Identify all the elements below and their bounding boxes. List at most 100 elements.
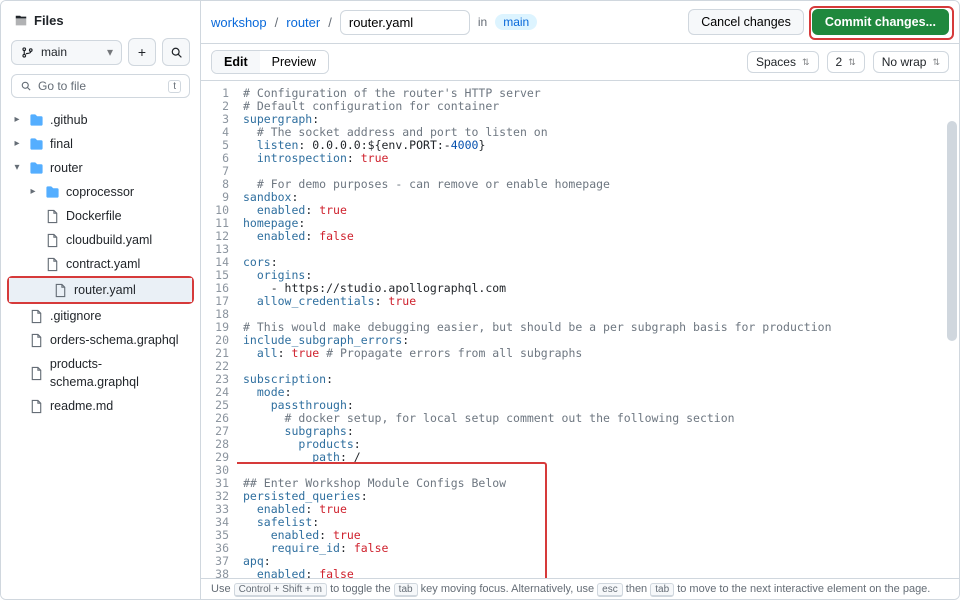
code-line[interactable]: allow_credentials: true <box>243 295 959 308</box>
tree-file[interactable]: cloudbuild.yaml <box>1 228 200 252</box>
chevron-down-icon: ▾ <box>107 45 113 59</box>
file-icon <box>45 257 60 272</box>
tree-item-label: final <box>50 135 73 153</box>
indent-size-select[interactable]: 2⇅ <box>827 51 865 73</box>
tree-file[interactable]: router.yaml <box>9 278 192 302</box>
commit-button[interactable]: Commit changes... <box>812 9 949 35</box>
tree-item-label: .github <box>50 111 88 129</box>
branch-icon <box>20 45 35 60</box>
chevron-updown-icon: ⇅ <box>932 57 940 68</box>
code-line[interactable]: # For demo purposes - can remove or enab… <box>243 178 959 191</box>
chevron-down-icon: ▾ <box>11 159 23 177</box>
code-line[interactable]: cors: <box>243 256 959 269</box>
cancel-button[interactable]: Cancel changes <box>688 9 804 35</box>
chevron-updown-icon: ⇅ <box>848 57 856 68</box>
tree-folder[interactable]: ▾ router <box>1 156 200 180</box>
code-line[interactable]: persisted_queries: <box>243 490 959 503</box>
tree-item-label: router.yaml <box>74 281 136 299</box>
code-line[interactable]: enabled: true <box>243 503 959 516</box>
editor-toolbar: Edit Preview Spaces⇅ 2⇅ No wrap⇅ <box>201 44 959 81</box>
code-line[interactable]: path: / <box>243 451 959 464</box>
goto-file-input[interactable]: Go to file t <box>11 74 190 98</box>
chevron-right-icon: ▸ <box>11 111 23 129</box>
code-line[interactable]: require_id: false <box>243 542 959 555</box>
tree-folder[interactable]: ▸ .github <box>1 108 200 132</box>
chevron-right-icon: ▸ <box>11 135 23 153</box>
tree-file[interactable]: .gitignore <box>1 304 200 328</box>
tree-file[interactable]: orders-schema.graphql <box>1 328 200 352</box>
code-line[interactable]: enabled: false <box>243 230 959 243</box>
kbd-shortcut: esc <box>597 583 623 597</box>
tree-item-label: cloudbuild.yaml <box>66 231 152 249</box>
code-line[interactable]: sandbox: <box>243 191 959 204</box>
file-icon <box>45 233 60 248</box>
sidebar-header: Files <box>1 9 200 38</box>
tree-file[interactable]: contract.yaml <box>1 252 200 276</box>
goto-placeholder: Go to file <box>38 79 86 93</box>
code-line[interactable]: introspection: true <box>243 152 959 165</box>
file-icon <box>29 309 44 324</box>
highlight-ring: router.yaml <box>7 276 194 304</box>
breadcrumb-sep: / <box>328 15 332 30</box>
code-line[interactable]: enabled: false <box>243 568 959 578</box>
wrap-select[interactable]: No wrap⇅ <box>873 51 949 73</box>
breadcrumb-root[interactable]: workshop <box>211 15 267 30</box>
file-icon <box>29 399 44 414</box>
app-root: Files main ▾ + Go to file t ▸ .github ▸ fin… <box>0 0 960 600</box>
branch-selector[interactable]: main ▾ <box>11 40 122 65</box>
in-label: in <box>478 15 487 29</box>
code-line[interactable] <box>243 243 959 256</box>
filename-input[interactable] <box>340 10 470 35</box>
chevron-updown-icon: ⇅ <box>802 57 810 68</box>
code-line[interactable]: enabled: true <box>243 204 959 217</box>
kbd-shortcut: Control + Shift + m <box>234 583 327 597</box>
file-icon <box>53 283 68 298</box>
tree-item-label: readme.md <box>50 397 113 415</box>
files-icon <box>13 13 28 28</box>
folder-icon <box>29 161 44 176</box>
tree-item-label: products-schema.graphql <box>50 355 190 391</box>
kbd-shortcut: tab <box>650 583 674 597</box>
tree-item-label: contract.yaml <box>66 255 140 273</box>
folder-icon <box>29 137 44 152</box>
tree-file[interactable]: products-schema.graphql <box>1 352 200 394</box>
branch-name: main <box>41 45 67 59</box>
tree-item-label: coprocessor <box>66 183 134 201</box>
edit-preview-segment: Edit Preview <box>211 50 329 74</box>
branch-chip[interactable]: main <box>495 14 537 30</box>
tree-folder[interactable]: ▸ final <box>1 132 200 156</box>
indent-mode-select[interactable]: Spaces⇅ <box>747 51 819 73</box>
code-editor[interactable]: 1234567891011121314151617181920212223242… <box>201 81 959 578</box>
add-file-button[interactable]: + <box>128 38 156 66</box>
file-icon <box>45 209 60 224</box>
breadcrumb-toolbar: workshop / router / in main Cancel chang… <box>201 1 959 44</box>
sidebar-title: Files <box>34 13 64 28</box>
code-line[interactable]: subscription: <box>243 373 959 386</box>
file-tree: ▸ .github ▸ final ▾ router ▸ coprocessor Dockerf… <box>1 106 200 420</box>
editor-statusbar: Use Control + Shift + m to toggle the ta… <box>201 578 959 599</box>
scroll-thumb[interactable] <box>947 121 957 341</box>
file-tree-sidebar: Files main ▾ + Go to file t ▸ .github ▸ fin… <box>1 1 201 599</box>
chevron-right-icon: ▸ <box>27 183 39 201</box>
goto-shortcut: t <box>168 80 181 93</box>
tree-item-label: orders-schema.graphql <box>50 331 179 349</box>
tab-edit[interactable]: Edit <box>212 51 260 73</box>
tab-preview[interactable]: Preview <box>260 51 328 73</box>
search-icon <box>20 80 32 92</box>
file-icon <box>29 333 44 348</box>
search-button[interactable] <box>162 38 190 66</box>
code-line[interactable]: all: true # Propagate errors from all su… <box>243 347 959 360</box>
breadcrumb-sep: / <box>275 15 279 30</box>
tree-folder[interactable]: ▸ coprocessor <box>1 180 200 204</box>
vertical-scrollbar[interactable] <box>947 121 957 570</box>
code-line[interactable]: # Default configuration for container <box>243 100 959 113</box>
folder-icon <box>45 185 60 200</box>
code-line[interactable] <box>243 360 959 373</box>
kbd-shortcut: tab <box>394 583 418 597</box>
breadcrumb-dir[interactable]: router <box>286 15 320 30</box>
code-area[interactable]: # Configuration of the router's HTTP ser… <box>237 81 959 578</box>
tree-file[interactable]: readme.md <box>1 394 200 418</box>
tree-item-label: Dockerfile <box>66 207 122 225</box>
tree-item-label: router <box>50 159 83 177</box>
tree-file[interactable]: Dockerfile <box>1 204 200 228</box>
